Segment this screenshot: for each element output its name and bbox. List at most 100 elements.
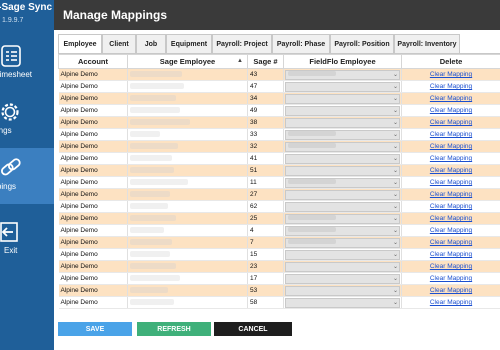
tab-client[interactable]: Client bbox=[102, 34, 136, 53]
cell-sage-number: 11 bbox=[247, 176, 284, 189]
tab-job[interactable]: Job bbox=[136, 34, 166, 53]
fieldflo-employee-dropdown[interactable]: ⌄ bbox=[285, 285, 400, 296]
table-row: Alpine Demo 41 ⌄ Clear Mapping bbox=[58, 152, 500, 165]
fieldflo-employee-dropdown[interactable]: ⌄ bbox=[285, 177, 400, 188]
cell-sage-number: 43 bbox=[247, 68, 284, 81]
redacted-name bbox=[130, 226, 164, 233]
cell-fieldflo-employee: ⌄ bbox=[283, 80, 402, 93]
cell-delete: Clear Mapping bbox=[401, 140, 500, 153]
clear-mapping-link[interactable]: Clear Mapping bbox=[430, 215, 472, 222]
clear-mapping-link[interactable]: Clear Mapping bbox=[430, 95, 472, 102]
nav-item-settings[interactable]: ettings bbox=[0, 92, 54, 148]
chevron-down-icon: ⌄ bbox=[392, 83, 398, 90]
tab-payroll-project[interactable]: Payroll: Project bbox=[212, 34, 272, 53]
fieldflo-employee-dropdown[interactable]: ⌄ bbox=[285, 213, 400, 224]
cell-account: Alpine Demo bbox=[58, 296, 128, 309]
app-title: F-Sage Sync bbox=[0, 2, 53, 13]
tab-payroll-phase[interactable]: Payroll: Phase bbox=[272, 34, 330, 53]
column-header-fieldflo-employee[interactable]: FieldFlo Employee bbox=[283, 54, 402, 69]
nav-label-settings: ettings bbox=[0, 126, 12, 135]
redacted-name bbox=[288, 178, 336, 184]
clear-mapping-link[interactable]: Clear Mapping bbox=[430, 107, 472, 114]
cell-fieldflo-employee: ⌄ bbox=[283, 68, 402, 81]
fieldflo-employee-dropdown[interactable]: ⌄ bbox=[285, 117, 400, 128]
clear-mapping-link[interactable]: Clear Mapping bbox=[430, 131, 472, 138]
cell-sage-number: 51 bbox=[247, 164, 284, 177]
chevron-down-icon: ⌄ bbox=[392, 227, 398, 234]
clear-mapping-link[interactable]: Clear Mapping bbox=[430, 239, 472, 246]
fieldflo-employee-dropdown[interactable]: ⌄ bbox=[285, 249, 400, 260]
fieldflo-employee-dropdown[interactable]: ⌄ bbox=[285, 297, 400, 308]
page-title: Manage Mappings bbox=[63, 8, 168, 22]
chevron-down-icon: ⌄ bbox=[392, 95, 398, 102]
refresh-button[interactable]: REFRESH bbox=[137, 322, 211, 336]
fieldflo-employee-dropdown[interactable]: ⌄ bbox=[285, 273, 400, 284]
cell-account: Alpine Demo bbox=[58, 152, 128, 165]
redacted-name bbox=[130, 82, 184, 89]
chevron-down-icon: ⌄ bbox=[392, 251, 398, 258]
column-header-sage-number[interactable]: Sage # bbox=[247, 54, 284, 69]
column-header-sage-employee[interactable]: Sage Employee ▲ bbox=[127, 54, 248, 69]
clear-mapping-link[interactable]: Clear Mapping bbox=[430, 155, 472, 162]
cancel-button[interactable]: CANCEL bbox=[214, 322, 292, 336]
fieldflo-employee-dropdown[interactable]: ⌄ bbox=[285, 129, 400, 140]
column-header-sage-employee-label: Sage Employee bbox=[159, 57, 216, 66]
fieldflo-employee-dropdown[interactable]: ⌄ bbox=[285, 225, 400, 236]
tab-payroll-inventory[interactable]: Payroll: Inventory bbox=[394, 34, 460, 53]
clear-mapping-link[interactable]: Clear Mapping bbox=[430, 263, 472, 270]
clear-mapping-link[interactable]: Clear Mapping bbox=[430, 275, 472, 282]
cell-sage-employee-redacted bbox=[127, 236, 248, 249]
clear-mapping-link[interactable]: Clear Mapping bbox=[430, 251, 472, 258]
link-icon bbox=[1, 158, 21, 176]
tab-employee[interactable]: Employee bbox=[58, 34, 102, 54]
fieldflo-employee-dropdown[interactable]: ⌄ bbox=[285, 93, 400, 104]
sidebar: F-Sage Sync 1.9.9.7 rt Timesheet ettings… bbox=[0, 0, 54, 350]
table-row: Alpine Demo 15 ⌄ Clear Mapping bbox=[58, 248, 500, 261]
cell-delete: Clear Mapping bbox=[401, 200, 500, 213]
cell-sage-employee-redacted bbox=[127, 104, 248, 117]
clear-mapping-link[interactable]: Clear Mapping bbox=[430, 143, 472, 150]
column-header-account[interactable]: Account bbox=[58, 54, 128, 69]
clear-mapping-link[interactable]: Clear Mapping bbox=[430, 299, 472, 306]
clear-mapping-link[interactable]: Clear Mapping bbox=[430, 71, 472, 78]
fieldflo-employee-dropdown[interactable]: ⌄ bbox=[285, 201, 400, 212]
clear-mapping-link[interactable]: Clear Mapping bbox=[430, 287, 472, 294]
cell-fieldflo-employee: ⌄ bbox=[283, 152, 402, 165]
fieldflo-employee-dropdown[interactable]: ⌄ bbox=[285, 261, 400, 272]
cell-sage-employee-redacted bbox=[127, 248, 248, 261]
clear-mapping-link[interactable]: Clear Mapping bbox=[430, 227, 472, 234]
nav-item-mappings[interactable]: appings bbox=[0, 148, 54, 204]
clear-mapping-link[interactable]: Clear Mapping bbox=[430, 83, 472, 90]
nav-item-exit[interactable]: Exit bbox=[0, 212, 54, 268]
tab-payroll-position[interactable]: Payroll: Position bbox=[330, 34, 394, 53]
fieldflo-employee-dropdown[interactable]: ⌄ bbox=[285, 105, 400, 116]
fieldflo-employee-dropdown[interactable]: ⌄ bbox=[285, 141, 400, 152]
save-button[interactable]: SAVE bbox=[58, 322, 132, 336]
tab-equipment[interactable]: Equipment bbox=[166, 34, 212, 53]
clear-mapping-link[interactable]: Clear Mapping bbox=[430, 119, 472, 126]
column-header-delete[interactable]: Delete bbox=[401, 54, 500, 69]
cell-account: Alpine Demo bbox=[58, 236, 128, 249]
fieldflo-employee-dropdown[interactable]: ⌄ bbox=[285, 69, 400, 80]
fieldflo-employee-dropdown[interactable]: ⌄ bbox=[285, 153, 400, 164]
fieldflo-employee-dropdown[interactable]: ⌄ bbox=[285, 165, 400, 176]
table-row: Alpine Demo 17 ⌄ Clear Mapping bbox=[58, 272, 500, 285]
fieldflo-employee-dropdown[interactable]: ⌄ bbox=[285, 189, 400, 200]
clear-mapping-link[interactable]: Clear Mapping bbox=[430, 191, 472, 198]
cell-delete: Clear Mapping bbox=[401, 128, 500, 141]
cell-fieldflo-employee: ⌄ bbox=[283, 176, 402, 189]
table-row: Alpine Demo 43 ⌄ Clear Mapping bbox=[58, 68, 500, 81]
checklist-icon bbox=[1, 45, 21, 67]
clear-mapping-link[interactable]: Clear Mapping bbox=[430, 167, 472, 174]
cell-sage-employee-redacted bbox=[127, 200, 248, 213]
redacted-name bbox=[288, 70, 336, 76]
clear-mapping-link[interactable]: Clear Mapping bbox=[430, 179, 472, 186]
cell-sage-number: 25 bbox=[247, 212, 284, 225]
fieldflo-employee-dropdown[interactable]: ⌄ bbox=[285, 237, 400, 248]
nav-item-timesheet[interactable]: rt Timesheet bbox=[0, 36, 54, 92]
redacted-name bbox=[130, 70, 182, 77]
cell-delete: Clear Mapping bbox=[401, 260, 500, 273]
fieldflo-employee-dropdown[interactable]: ⌄ bbox=[285, 81, 400, 92]
clear-mapping-link[interactable]: Clear Mapping bbox=[430, 203, 472, 210]
table-row: Alpine Demo 53 ⌄ Clear Mapping bbox=[58, 284, 500, 297]
